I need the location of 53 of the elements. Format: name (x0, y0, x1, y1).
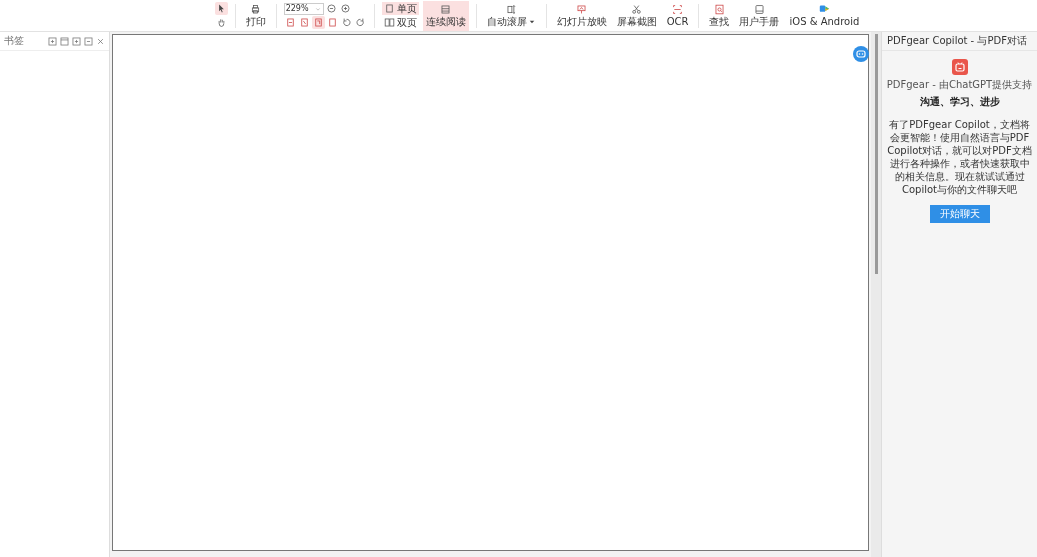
page-icon (326, 17, 338, 28)
view-mode-button[interactable] (311, 16, 325, 29)
zoom-out-button[interactable] (324, 2, 338, 15)
rotate-left-icon (340, 17, 352, 28)
continuous-pages-icon (440, 4, 452, 15)
continuous-reading-button[interactable]: 连续阅读 (422, 0, 469, 31)
zoom-out-icon (325, 3, 337, 14)
toolbar-button[interactable]: iOS & Android (786, 0, 863, 31)
printer-icon (250, 4, 262, 15)
bookmark-tool-button[interactable] (83, 35, 94, 47)
zoom-in-icon (339, 3, 351, 14)
chat-bot-icon[interactable] (853, 46, 869, 62)
page-icon (298, 17, 310, 28)
toolbar-button[interactable]: 幻灯片放映 (553, 0, 610, 31)
zoom-in-button[interactable] (338, 2, 352, 15)
search-icon (714, 4, 725, 15)
subtitle: PDFgear - 由ChatGPT提供支持 (886, 78, 1033, 92)
scrollbar[interactable] (871, 32, 881, 557)
tagline: 沟通、学习、进步 (919, 95, 1000, 109)
toolbar-button[interactable]: 查找 (706, 0, 733, 31)
book-icon (754, 4, 765, 15)
hand-icon (215, 17, 227, 28)
toolbar-button[interactable]: 屏幕截图 (613, 0, 660, 31)
toolbar-button[interactable]: OCR (663, 0, 692, 31)
app-store-icon (818, 4, 830, 15)
print-button[interactable]: 打印 (242, 0, 269, 31)
page-mode-button[interactable]: 双页 (381, 16, 419, 29)
page-icon (284, 17, 296, 28)
collapse-icon (59, 35, 70, 47)
remove-bookmark-icon (83, 35, 94, 47)
single-page-icon (383, 3, 395, 14)
bookmark-tool-button[interactable] (59, 35, 70, 47)
expand-icon (47, 35, 58, 47)
panel-title: PDFgear Copilot - 与PDF对话 (882, 32, 1037, 51)
add-bookmark-icon (71, 35, 82, 47)
robot-icon (951, 59, 968, 75)
toolbar-button[interactable]: 自动滚屏 (483, 0, 539, 31)
bookmark-tool-button[interactable] (71, 35, 82, 47)
page-icon (312, 17, 324, 28)
scroll-icon (505, 4, 517, 15)
scan-icon (672, 4, 684, 15)
panel-title: 书签 (4, 34, 24, 48)
rotate-right-icon (354, 17, 366, 28)
zoom-field[interactable]: 229% (283, 2, 324, 15)
two-page-icon (383, 17, 395, 28)
bookmark-tool-button[interactable] (47, 35, 58, 47)
tool-button[interactable] (214, 2, 228, 15)
toolbar-button[interactable]: 用户手册 (736, 0, 783, 31)
page-mode-button[interactable]: 单页 (381, 2, 419, 15)
scissors-icon (631, 4, 643, 15)
description: 有了PDFgear Copilot，文档将会更智能！使用自然语言与PDF Copilot对话，就可以对PDF文档进行各种操作，或者快速获取中的相关信息。现在就试试通过Copilot与你的文件聊天吧 (886, 118, 1033, 196)
presentation-icon (576, 4, 588, 15)
rotate-right-button[interactable] (353, 16, 367, 29)
